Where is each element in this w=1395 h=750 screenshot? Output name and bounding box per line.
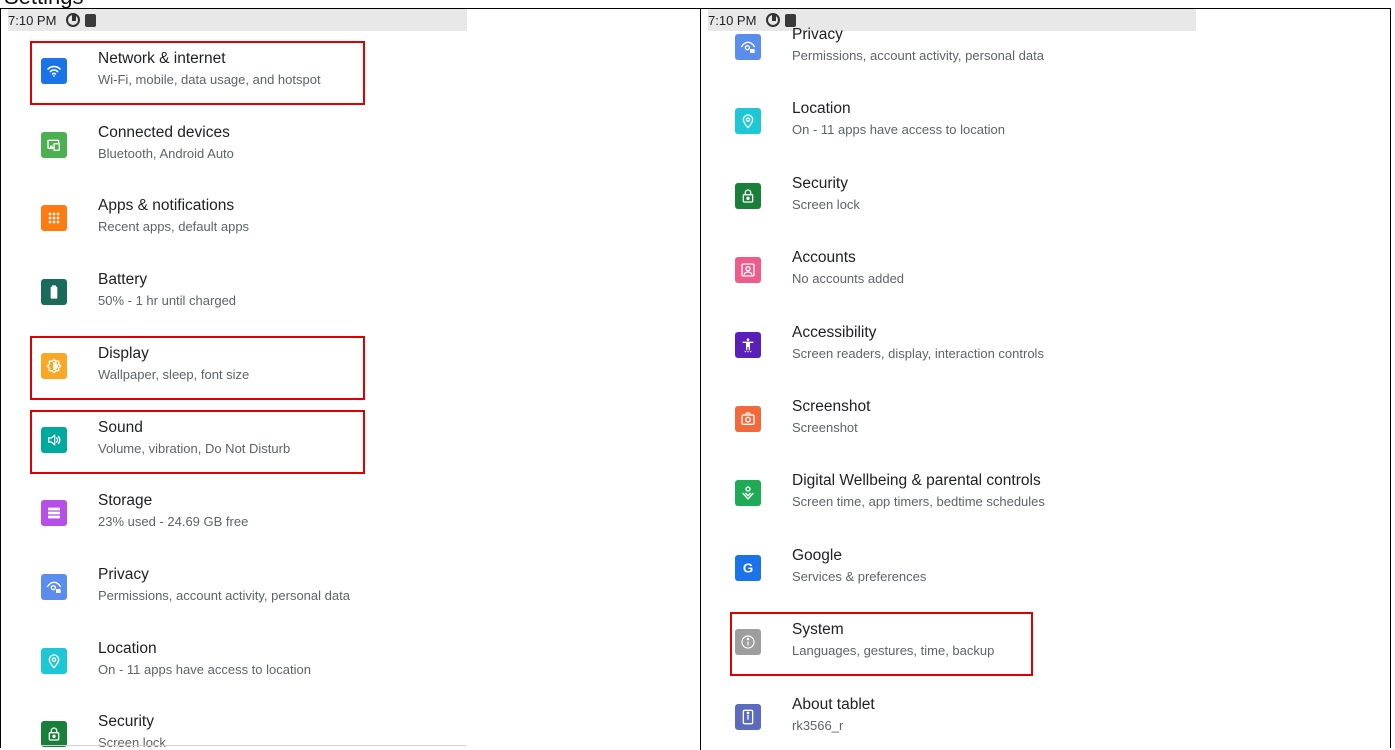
settings-item-title: Digital Wellbeing & parental controls (792, 472, 1041, 490)
settings-item-subtitle: rk3566_r (792, 717, 844, 733)
settings-item-accounts[interactable]: Accounts No accounts added (701, 244, 1390, 304)
settings-item-title: System (792, 621, 844, 639)
settings-item-sound[interactable]: Sound Volume, vibration, Do Not Disturb (1, 414, 700, 474)
location-icon (735, 108, 761, 135)
settings-item-title: Apps & notifications (98, 197, 235, 215)
notification-icon (85, 13, 97, 27)
settings-item-subtitle: Permissions, account activity, personal … (98, 587, 350, 603)
brightness-icon (41, 352, 67, 379)
settings-item-subtitle: Services & preferences (792, 568, 927, 584)
settings-item-about-tablet[interactable]: About tablet rk3566_r (701, 691, 1390, 749)
settings-item-title: Sound (98, 418, 143, 436)
settings-item-storage[interactable]: Storage 23% used - 24.69 GB free (1, 487, 700, 547)
settings-item-title: Google (792, 546, 842, 564)
settings-item-subtitle: Recent apps, default apps (98, 219, 250, 235)
apps-icon (41, 205, 67, 232)
privacy-icon (735, 34, 761, 60)
settings-item-title: Privacy (98, 565, 149, 583)
settings-item-subtitle: Languages, gestures, time, backup (792, 643, 995, 659)
settings-item-privacy[interactable]: Privacy Permissions, account activity, pe… (701, 21, 1390, 81)
settings-item-title: Security (98, 713, 154, 731)
settings-item-title: About tablet (792, 695, 875, 713)
settings-item-digital-wellbeing-parental-controls[interactable]: Digital Wellbeing & parental controls Scr… (701, 467, 1390, 527)
settings-item-title: Accounts (792, 249, 856, 267)
settings-item-subtitle: Screen lock (98, 735, 166, 749)
settings-item-subtitle: On - 11 apps have access to location (792, 122, 1005, 138)
battery-icon (41, 279, 67, 306)
settings-item-subtitle: Wallpaper, sleep, font size (98, 366, 250, 382)
settings-item-title: Display (98, 344, 149, 362)
camera-icon (735, 406, 761, 432)
settings-item-location[interactable]: Location On - 11 apps have access to loca… (701, 95, 1390, 155)
settings-item-screenshot[interactable]: Screenshot Screenshot (701, 393, 1390, 453)
accessibility-icon (735, 331, 761, 358)
settings-item-title: Storage (98, 492, 153, 510)
settings-item-location[interactable]: Location On - 11 apps have access to loca… (1, 635, 700, 695)
settings-item-subtitle: Screen lock (792, 196, 860, 212)
status-bar: 7:10 PM (8, 9, 467, 31)
settings-item-title: Screenshot (792, 398, 871, 415)
settings-item-subtitle: Screen time, app timers, bedtime schedul… (792, 494, 1045, 510)
settings-item-google[interactable]: G Google Services & preferences (701, 542, 1390, 602)
settings-item-title: Accessibility (792, 323, 877, 341)
settings-item-subtitle: Screen readers, display, interaction con… (792, 345, 1044, 361)
tablet-icon (735, 703, 761, 730)
settings-item-subtitle: Screenshot (792, 420, 858, 435)
top-caption: Settings (0, 0, 1395, 8)
wifi-icon (41, 58, 67, 84)
settings-item-subtitle: Wi-Fi, mobile, data usage, and hotspot (98, 72, 321, 87)
settings-item-title: Location (98, 639, 157, 657)
settings-item-title: Privacy (792, 26, 843, 43)
lock-icon (41, 721, 67, 748)
settings-item-subtitle: No accounts added (792, 271, 905, 287)
google-icon: G (735, 554, 761, 581)
location-icon (41, 647, 67, 674)
list-divider (41, 745, 466, 746)
settings-item-title: Connected devices (98, 123, 230, 141)
settings-item-connected-devices[interactable]: Connected devices Bluetooth, Android Auto (1, 119, 700, 179)
settings-item-title: Security (792, 174, 848, 192)
settings-panel-left: 7:10 PM Network & internet Wi-Fi, mobile,… (1, 9, 700, 749)
wellbeing-icon (735, 480, 761, 507)
settings-item-network-internet[interactable]: Network & internet Wi-Fi, mobile, data us… (1, 45, 700, 105)
settings-item-subtitle: Volume, vibration, Do Not Disturb (98, 440, 291, 456)
settings-item-accessibility[interactable]: Accessibility Screen readers, display, in… (701, 319, 1390, 379)
settings-item-title: Network & internet (98, 50, 226, 67)
status-time: 7:10 PM (8, 12, 57, 28)
settings-item-subtitle: Permissions, account activity, personal … (792, 48, 1044, 63)
settings-item-security[interactable]: Security Screen lock (1, 708, 700, 749)
devices-icon (41, 131, 67, 158)
storage-icon (41, 500, 67, 527)
data-saver-icon (66, 13, 81, 27)
settings-item-security[interactable]: Security Screen lock (701, 170, 1390, 230)
settings-item-subtitle: 23% used - 24.69 GB free (98, 514, 249, 530)
settings-item-apps-notifications[interactable]: Apps & notifications Recent apps, default… (1, 192, 700, 252)
privacy-icon (41, 573, 67, 600)
info-icon (735, 629, 761, 656)
lock-icon (735, 182, 761, 209)
svg-text:G: G (743, 560, 753, 575)
volume-icon (41, 426, 67, 453)
settings-item-subtitle: On - 11 apps have access to location (98, 661, 311, 677)
settings-item-title: Battery (98, 271, 148, 289)
settings-item-battery[interactable]: Battery 50% - 1 hr until charged (1, 266, 700, 326)
settings-item-title: Location (792, 100, 851, 118)
settings-item-system[interactable]: System Languages, gestures, time, backup (701, 616, 1390, 676)
settings-panel-right: 7:10 PM Privacy Permissions, account acti… (701, 9, 1390, 749)
account-icon (735, 257, 761, 284)
settings-item-subtitle: 50% - 1 hr until charged (98, 293, 237, 309)
settings-item-subtitle: Bluetooth, Android Auto (98, 145, 234, 161)
settings-item-privacy[interactable]: Privacy Permissions, account activity, pe… (1, 561, 700, 621)
settings-item-display[interactable]: Display Wallpaper, sleep, font size (1, 340, 700, 400)
